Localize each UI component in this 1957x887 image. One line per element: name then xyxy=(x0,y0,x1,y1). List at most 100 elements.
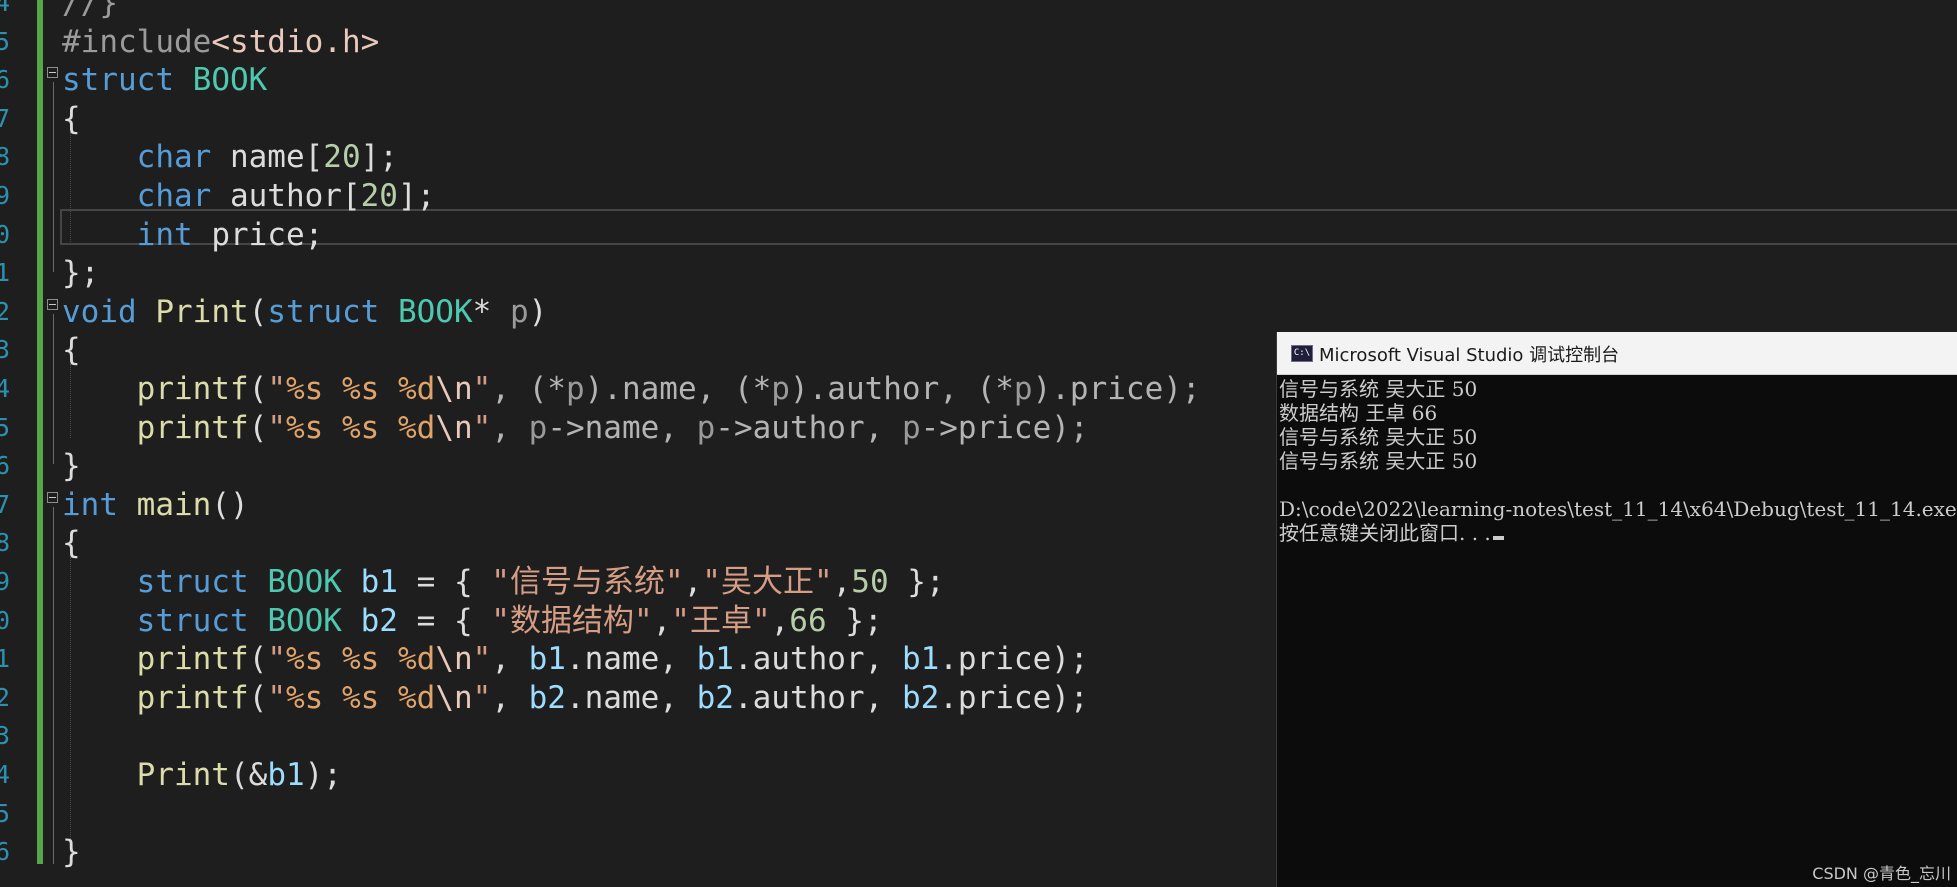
code-line: { xyxy=(62,331,81,370)
code-token: 66 xyxy=(789,602,827,639)
line-number: 5 xyxy=(0,798,10,828)
code-token: " xyxy=(472,641,492,678)
code-line: //} xyxy=(62,0,118,23)
code-line: void Print(struct BOOK* p) xyxy=(62,293,547,332)
code-token: author[ xyxy=(211,178,361,214)
code-token: .name, xyxy=(565,641,697,678)
code-token: b2 xyxy=(696,679,734,716)
console-output: 信号与系统 吴大正 50 数据结构 王卓 66 信号与系统 吴大正 50 信号与系统 … xyxy=(1279,377,1957,545)
code-token: ( xyxy=(248,371,268,407)
code-token: BOOK xyxy=(397,293,473,330)
line-number: 5 xyxy=(0,412,10,442)
line-number: 2 xyxy=(0,296,10,326)
debug-console-window[interactable]: C:\ Microsoft Visual Studio 调试控制台 信号与系统 … xyxy=(1276,332,1957,887)
console-app-icon: C:\ xyxy=(1291,345,1313,362)
code-line: int main() xyxy=(62,486,249,525)
code-token: , (* xyxy=(491,371,566,407)
code-line: printf("%s %s %d\n", p->name, p->author,… xyxy=(62,409,1089,448)
code-line: char author[20]; xyxy=(62,177,436,216)
code-token: %s xyxy=(341,641,380,678)
code-token: %d xyxy=(397,679,436,716)
console-output-text: 信号与系统 吴大正 50 xyxy=(1279,425,1478,449)
console-output-text: D:\code\2022\learning-notes\test_11_14\x… xyxy=(1279,497,1957,521)
code-token: " xyxy=(472,679,492,716)
code-line: struct BOOK b2 = { "数据结构","王卓",66 }; xyxy=(62,602,883,641)
code-token: { xyxy=(62,100,81,137)
line-number: 1 xyxy=(0,258,10,288)
code-token: <stdio.h> xyxy=(211,23,380,60)
line-number: 0 xyxy=(0,605,10,635)
code-token: Print xyxy=(155,293,249,330)
code-token: char xyxy=(136,178,212,214)
code-token: b1 xyxy=(528,641,566,678)
console-title: Microsoft Visual Studio 调试控制台 xyxy=(1319,345,1620,366)
code-token: }; xyxy=(888,564,945,600)
code-token: price; xyxy=(192,216,324,253)
code-token: , xyxy=(491,409,529,446)
fold-print-icon[interactable] xyxy=(47,299,58,310)
code-token: "信号与系统" xyxy=(491,564,684,600)
code-token: b1 xyxy=(267,757,305,793)
code-token: (& xyxy=(229,757,268,793)
code-token: %s xyxy=(285,679,324,716)
code-token: = { xyxy=(397,602,492,639)
line-number: 0 xyxy=(0,219,10,249)
code-token: ( xyxy=(248,679,268,716)
console-output-text: 数据结构 王卓 66 xyxy=(1279,401,1438,425)
code-token: " xyxy=(267,371,286,407)
console-output-text: 信号与系统 吴大正 50 xyxy=(1279,377,1478,401)
line-number: 4 xyxy=(0,760,10,789)
code-line: { xyxy=(62,524,81,563)
code-token: b1 xyxy=(901,641,940,678)
code-token: , xyxy=(491,641,529,678)
console-output-text: 信号与系统 吴大正 50 xyxy=(1279,449,1478,473)
line-number: 6 xyxy=(0,451,10,481)
code-line: Print(&b1); xyxy=(62,756,342,795)
console-titlebar[interactable]: C:\ Microsoft Visual Studio 调试控制台 xyxy=(1277,332,1957,375)
line-number: 8 xyxy=(0,142,10,172)
code-token: , xyxy=(652,602,672,639)
code-token: " xyxy=(472,371,492,407)
code-token: ]; xyxy=(397,178,436,214)
code-token: " xyxy=(267,409,286,446)
code-token: p xyxy=(509,293,529,330)
code-token: int xyxy=(62,486,118,523)
code-token: ->price); xyxy=(920,409,1089,446)
line-number: 3 xyxy=(0,335,10,365)
line-number: 4 xyxy=(0,0,10,17)
fold-struct-icon[interactable] xyxy=(47,67,58,78)
code-token: \n xyxy=(435,679,473,716)
code-token: %d xyxy=(397,641,436,678)
line-number: 9 xyxy=(0,567,10,596)
line-number: 6 xyxy=(0,837,10,867)
code-token: " xyxy=(267,641,286,678)
line-number: 7 xyxy=(0,103,10,133)
code-token: Print xyxy=(136,757,230,793)
code-token: //} xyxy=(62,0,118,21)
code-token: .author, xyxy=(733,641,902,678)
code-line: printf("%s %s %d\n", b2.name, b2.author,… xyxy=(62,679,1089,718)
code-token: .price); xyxy=(939,641,1089,678)
code-token: 20 xyxy=(360,178,398,214)
code-token: b1 xyxy=(696,641,734,678)
code-token: = { xyxy=(397,564,492,600)
code-token: %s xyxy=(285,371,324,407)
console-output-line: 信号与系统 吴大正 50 xyxy=(1279,377,1957,401)
fold-main-icon[interactable] xyxy=(47,492,58,503)
code-token: 50 xyxy=(851,564,889,600)
code-token: () xyxy=(211,486,249,523)
line-number: 1 xyxy=(0,644,10,674)
code-line: struct BOOK b1 = { "信号与系统","吴大正",50 }; xyxy=(62,563,945,602)
code-line: printf("%s %s %d\n", (*p).name, (*p).aut… xyxy=(62,370,1201,409)
